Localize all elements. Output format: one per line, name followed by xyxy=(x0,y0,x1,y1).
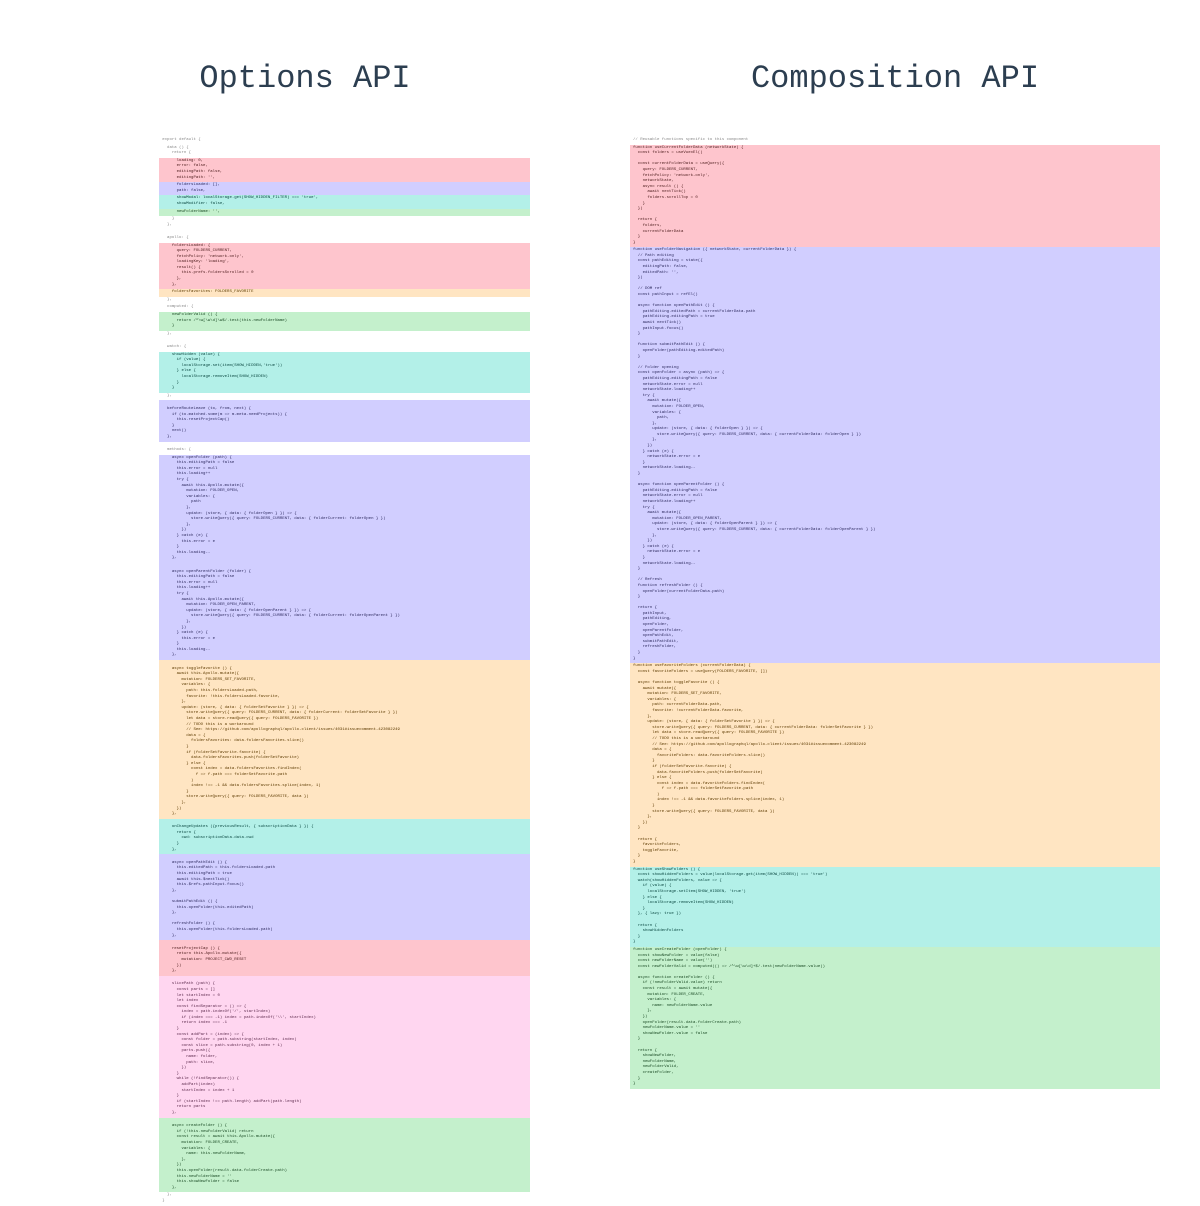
code-method-reset: resetProjectCap () { return this.Apollo.… xyxy=(159,940,530,976)
code-method-path-edit: async openPathEdit () { this.editedPath … xyxy=(159,854,530,940)
code-method-create: async createFolder () { if (!this.newFol… xyxy=(159,1118,530,1193)
options-api-column: Options API export default { data () { r… xyxy=(40,60,570,1205)
code-method-open-folder: async openFolder (path) { this.editingPa… xyxy=(159,455,530,563)
composition-api-column: Composition API // Reusable functions sp… xyxy=(630,60,1160,1205)
code-computed-valid: newFolderValid () { return /^\w[\w\d]\w$… xyxy=(159,312,530,331)
code-computed-close: }, xyxy=(159,331,530,339)
code-apollo-close: }, xyxy=(159,297,530,305)
composition-api-title: Composition API xyxy=(751,60,1039,97)
code-data-state: loading: 0, error: false, editingPath: f… xyxy=(159,158,530,182)
code-watch-close: }, xyxy=(159,393,530,401)
code-use-current-folder: function useCurrentFolderData (networkSt… xyxy=(630,145,1160,248)
code-use-create-folder: function useCreateFolder (openFolder) { … xyxy=(630,947,1160,1089)
code-method-slice: slicePath (path) { const parts = [] let … xyxy=(159,976,530,1118)
code-apollo-open: apollo: { xyxy=(159,229,530,242)
code-export: export default { xyxy=(159,137,530,145)
code-use-favorite: function useFavoriteFolders (currentFold… xyxy=(630,663,1160,866)
code-watch-hidden: showHidden (value) { if (value) { localS… xyxy=(159,352,530,393)
options-api-title: Options API xyxy=(199,60,410,97)
code-data-open: data () { return { xyxy=(159,145,530,158)
code-data-close: } }, xyxy=(159,216,530,229)
code-close: }, } xyxy=(159,1192,530,1205)
code-watch-open: watch: { xyxy=(159,338,530,351)
options-api-code: export default { data () { return { load… xyxy=(159,137,530,1205)
code-apollo-query: foldersLoaded: { query: FOLDERS_CURRENT,… xyxy=(159,243,530,290)
code-method-updates: onChangeUpdates ({previousResult, { subs… xyxy=(159,819,530,855)
code-use-folder-nav: function useFolderNavigation ({ networkS… xyxy=(630,247,1160,663)
code-apollo-fav: foldersFavorites: FOLDERS_FAVORITE xyxy=(159,289,530,297)
code-method-open-parent: async openParentFolder (folder) { this.e… xyxy=(159,563,530,660)
code-comment: // Reusable functions specific to this c… xyxy=(630,137,1160,145)
code-use-show-folders: function useShowFolders () { const showH… xyxy=(630,867,1160,947)
code-hook-route: beforeRouteLeave (to, from, next) { if (… xyxy=(159,400,530,441)
code-method-favorite: async toggleFavorite () { await this.Apo… xyxy=(159,660,530,819)
code-data-path: foldersLoaded: [], path: false, xyxy=(159,182,530,195)
code-methods-open: methods: { xyxy=(159,442,530,455)
composition-api-code: // Reusable functions specific to this c… xyxy=(630,137,1160,1089)
code-data-hidden: showModal: localStorage.get(SHOW_HIDDEN_… xyxy=(159,195,530,208)
code-data-folder: newFolderName: '', xyxy=(159,209,530,217)
code-computed-open: computed: { xyxy=(159,304,530,312)
